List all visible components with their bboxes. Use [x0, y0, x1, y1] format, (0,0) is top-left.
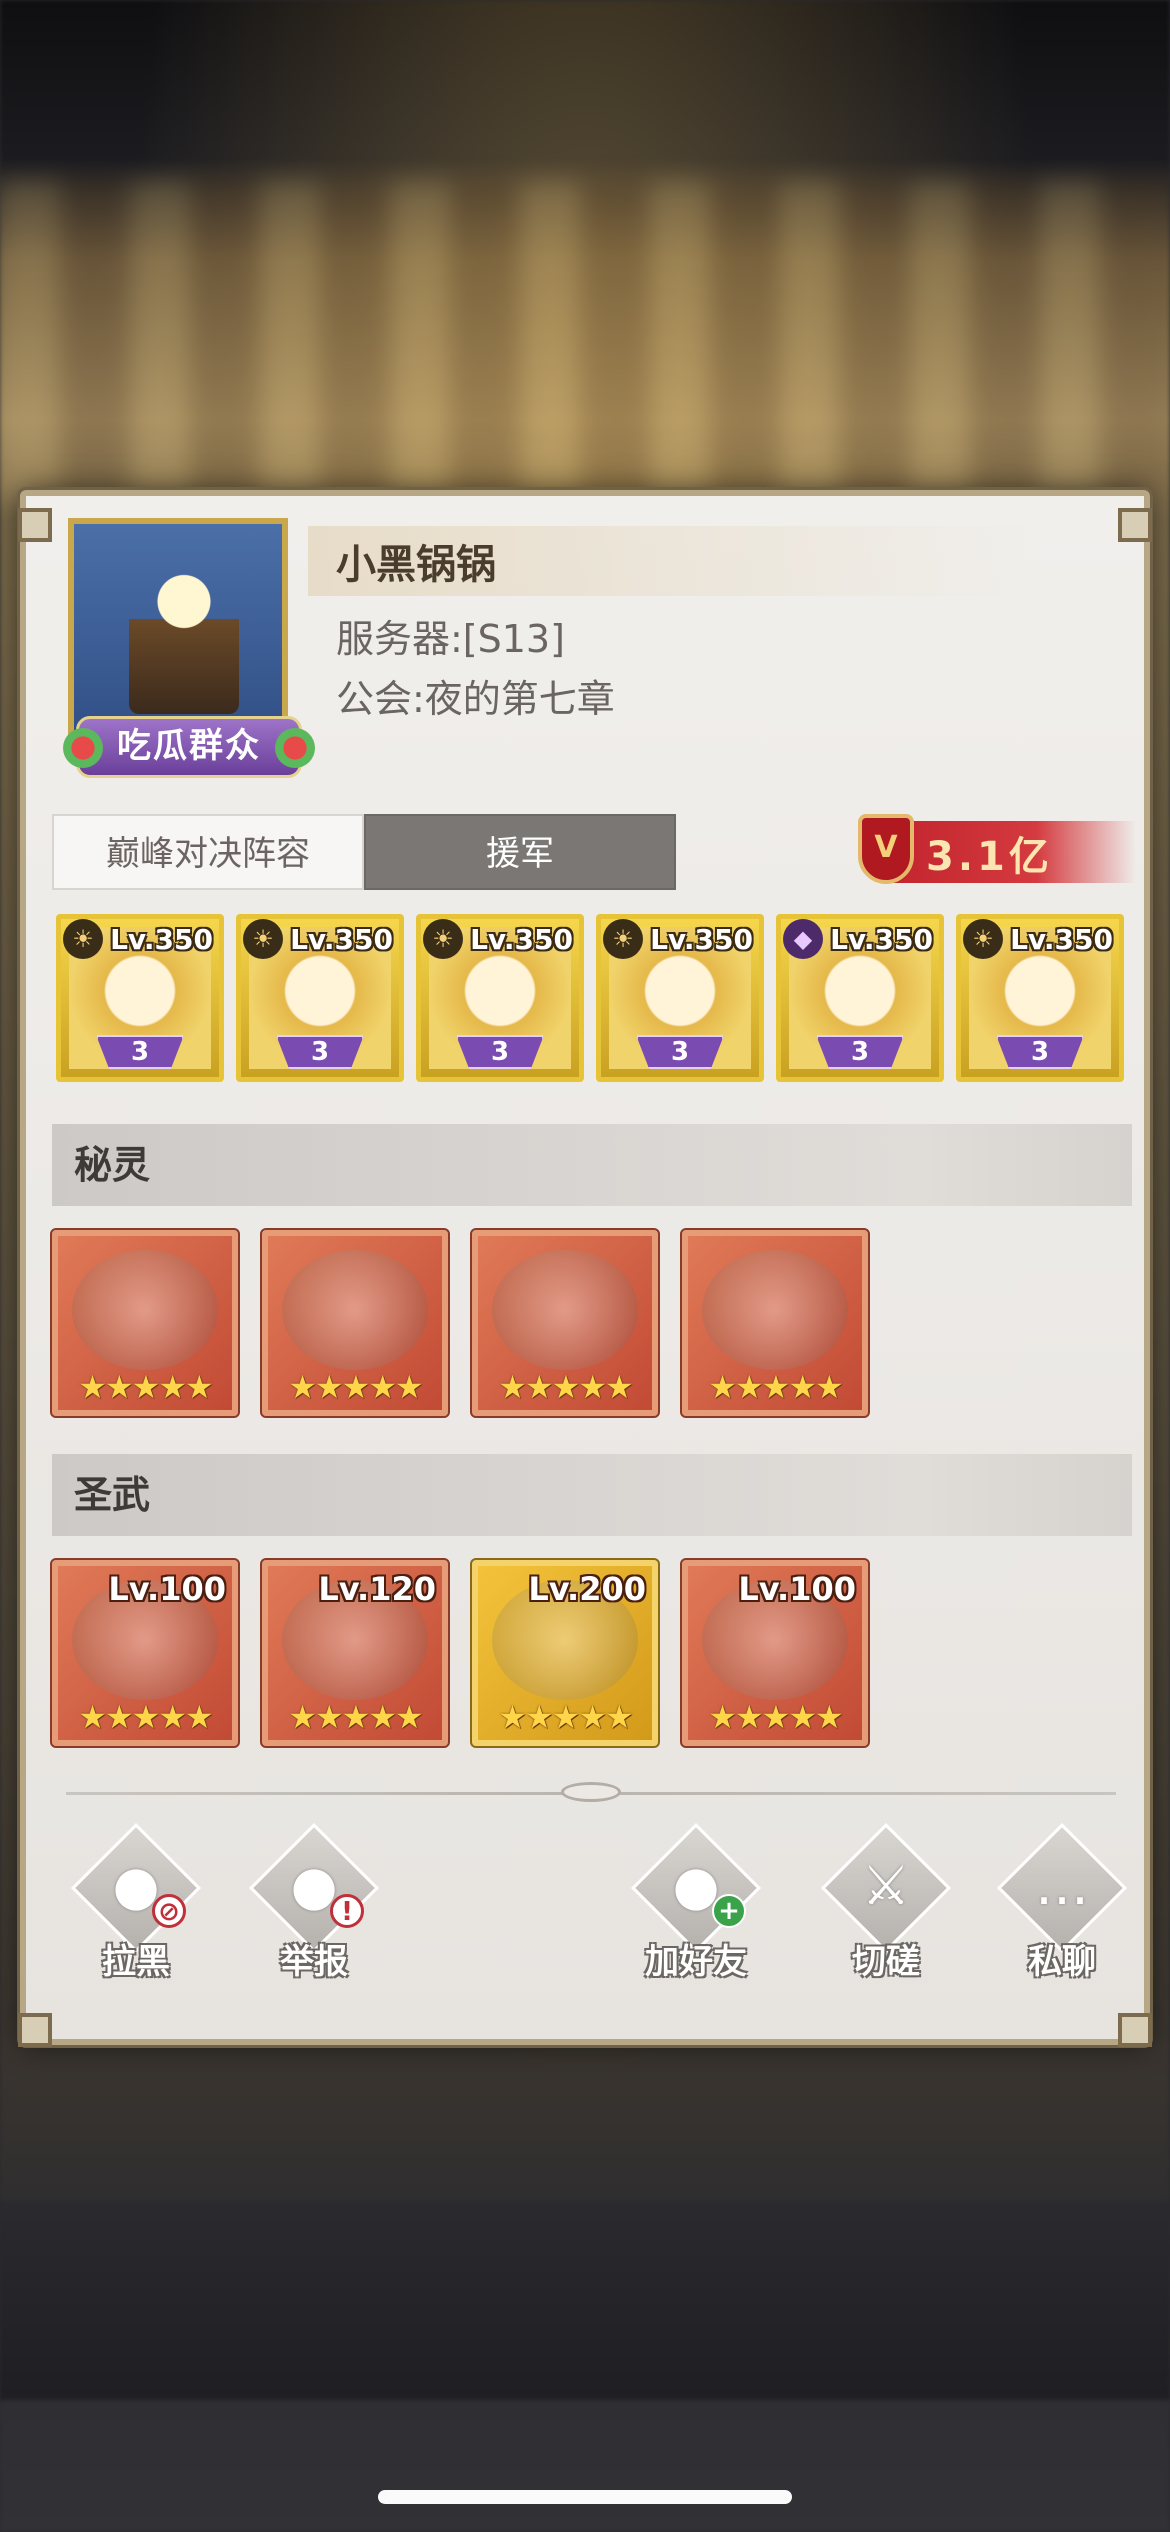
star-rating: ★★★★★: [708, 1368, 843, 1406]
spirits-row: ★★★★★ ★★★★★ ★★★★★ ★★★★★: [50, 1228, 870, 1418]
hero-level: Lv.350: [470, 923, 573, 956]
weapon-level: Lv.120: [318, 1570, 436, 1608]
spirit-art: [492, 1250, 638, 1370]
hero-card[interactable]: ☀ Lv.350 3: [56, 914, 224, 1082]
hero-card[interactable]: ◆ Lv.350 3: [776, 914, 944, 1082]
avatar-character: [129, 564, 239, 714]
power-value: 3.1亿: [926, 834, 1053, 880]
background-bottom-bar: [0, 2200, 1170, 2400]
power-shield-icon: V: [858, 814, 914, 884]
hero-list: ☀ Lv.350 3 ☀ Lv.350 3 ☀ Lv.350 3 ☀ Lv.35…: [56, 914, 1132, 1084]
light-element-icon: ☀: [963, 919, 1003, 959]
star-rating: ★★★★★: [498, 1368, 633, 1406]
duel-label: 切磋: [852, 1942, 920, 1982]
report-button[interactable]: ● ! 举报: [244, 1822, 384, 1984]
report-label: 举报: [280, 1942, 348, 1982]
hero-rank: 3: [816, 1035, 904, 1069]
frame-corner-ornament: [1118, 2013, 1152, 2047]
hero-rank: 3: [276, 1035, 364, 1069]
weapon-card[interactable]: Lv.100 ★★★★★: [50, 1558, 240, 1748]
dark-element-icon: ◆: [783, 919, 823, 959]
hero-rank: 3: [996, 1035, 1084, 1069]
watermelon-icon: [63, 728, 103, 768]
star-rating: ★★★★★: [78, 1368, 213, 1406]
hero-level: Lv.350: [290, 923, 393, 956]
hero-level: Lv.350: [830, 923, 933, 956]
block-label: 拉黑: [102, 1942, 170, 1982]
hero-rank: 3: [636, 1035, 724, 1069]
block-button[interactable]: ● ⊘ 拉黑: [66, 1822, 206, 1984]
chat-label: 私聊: [1028, 1942, 1096, 1982]
player-profile-dialog: 吃瓜群众 小黑锅锅 服务器:[S13] 公会:夜的第七章 巅峰对决阵容 援军 V…: [17, 487, 1153, 2048]
spirit-card[interactable]: ★★★★★: [680, 1228, 870, 1418]
player-guild: 公会:夜的第七章: [336, 677, 615, 721]
lineup-tabs: 巅峰对决阵容 援军: [52, 814, 676, 890]
star-rating: ★★★★★: [288, 1368, 423, 1406]
weapon-level: Lv.100: [738, 1570, 856, 1608]
star-rating: ★★★★★: [78, 1698, 213, 1736]
player-title-badge: 吃瓜群众: [63, 716, 315, 778]
hero-card[interactable]: ☀ Lv.350 3: [596, 914, 764, 1082]
frame-corner-ornament: [18, 508, 52, 542]
player-server: 服务器:[S13]: [336, 617, 565, 661]
player-name: 小黑锅锅: [336, 542, 496, 588]
add-friend-label: 加好友: [645, 1942, 747, 1982]
weapon-level: Lv.200: [528, 1570, 646, 1608]
divider-ornament: [561, 1782, 621, 1802]
hero-level: Lv.350: [110, 923, 213, 956]
badge-label: 吃瓜群众: [117, 726, 261, 766]
weapon-card[interactable]: Lv.120 ★★★★★: [260, 1558, 450, 1748]
light-element-icon: ☀: [243, 919, 283, 959]
hero-card[interactable]: ☀ Lv.350 3: [236, 914, 404, 1082]
crossed-swords-icon: ⚔: [861, 1854, 911, 1917]
weapon-level: Lv.100: [108, 1570, 226, 1608]
weapons-row: Lv.100 ★★★★★ Lv.120 ★★★★★ Lv.200 ★★★★★ L…: [50, 1558, 870, 1748]
spirit-card[interactable]: ★★★★★: [470, 1228, 660, 1418]
hero-level: Lv.350: [650, 923, 753, 956]
duel-button[interactable]: ⚔ 切磋: [816, 1822, 956, 1984]
plus-icon: +: [712, 1894, 746, 1928]
watermelon-icon: [275, 728, 315, 768]
frame-corner-ornament: [1118, 508, 1152, 542]
weapon-card[interactable]: Lv.200 ★★★★★: [470, 1558, 660, 1748]
star-rating: ★★★★★: [708, 1698, 843, 1736]
light-element-icon: ☀: [423, 919, 463, 959]
hero-level: Lv.350: [1010, 923, 1113, 956]
star-rating: ★★★★★: [288, 1698, 423, 1736]
spirit-art: [72, 1250, 218, 1370]
action-bar: ● ⊘ 拉黑 ● ! 举报 ● + 加好友 ⚔ 切磋 … 私聊: [26, 1822, 1156, 1984]
hero-card[interactable]: ☀ Lv.350 3: [956, 914, 1124, 1082]
weapon-card[interactable]: Lv.100 ★★★★★: [680, 1558, 870, 1748]
light-element-icon: ☀: [63, 919, 103, 959]
light-element-icon: ☀: [603, 919, 643, 959]
hero-card[interactable]: ☀ Lv.350 3: [416, 914, 584, 1082]
hero-rank: 3: [456, 1035, 544, 1069]
report-icon: !: [330, 1894, 364, 1928]
spirit-card[interactable]: ★★★★★: [260, 1228, 450, 1418]
chat-button[interactable]: … 私聊: [992, 1822, 1132, 1984]
tab-reinforcements[interactable]: 援军: [364, 814, 676, 890]
weapons-section-header: 圣武: [52, 1454, 1132, 1536]
spirit-art: [282, 1250, 428, 1370]
spirit-card[interactable]: ★★★★★: [50, 1228, 240, 1418]
tab-peak-lineup[interactable]: 巅峰对决阵容: [52, 814, 364, 890]
block-icon: ⊘: [152, 1894, 186, 1928]
spirit-art: [702, 1250, 848, 1370]
add-friend-button[interactable]: ● + 加好友: [626, 1822, 766, 1984]
background-scene: [0, 180, 1170, 500]
hero-rank: 3: [96, 1035, 184, 1069]
frame-corner-ornament: [18, 2013, 52, 2047]
chat-bubble-icon: …: [1035, 1854, 1089, 1917]
home-indicator[interactable]: [378, 2490, 792, 2504]
star-rating: ★★★★★: [498, 1698, 633, 1736]
spirits-section-header: 秘灵: [52, 1124, 1132, 1206]
